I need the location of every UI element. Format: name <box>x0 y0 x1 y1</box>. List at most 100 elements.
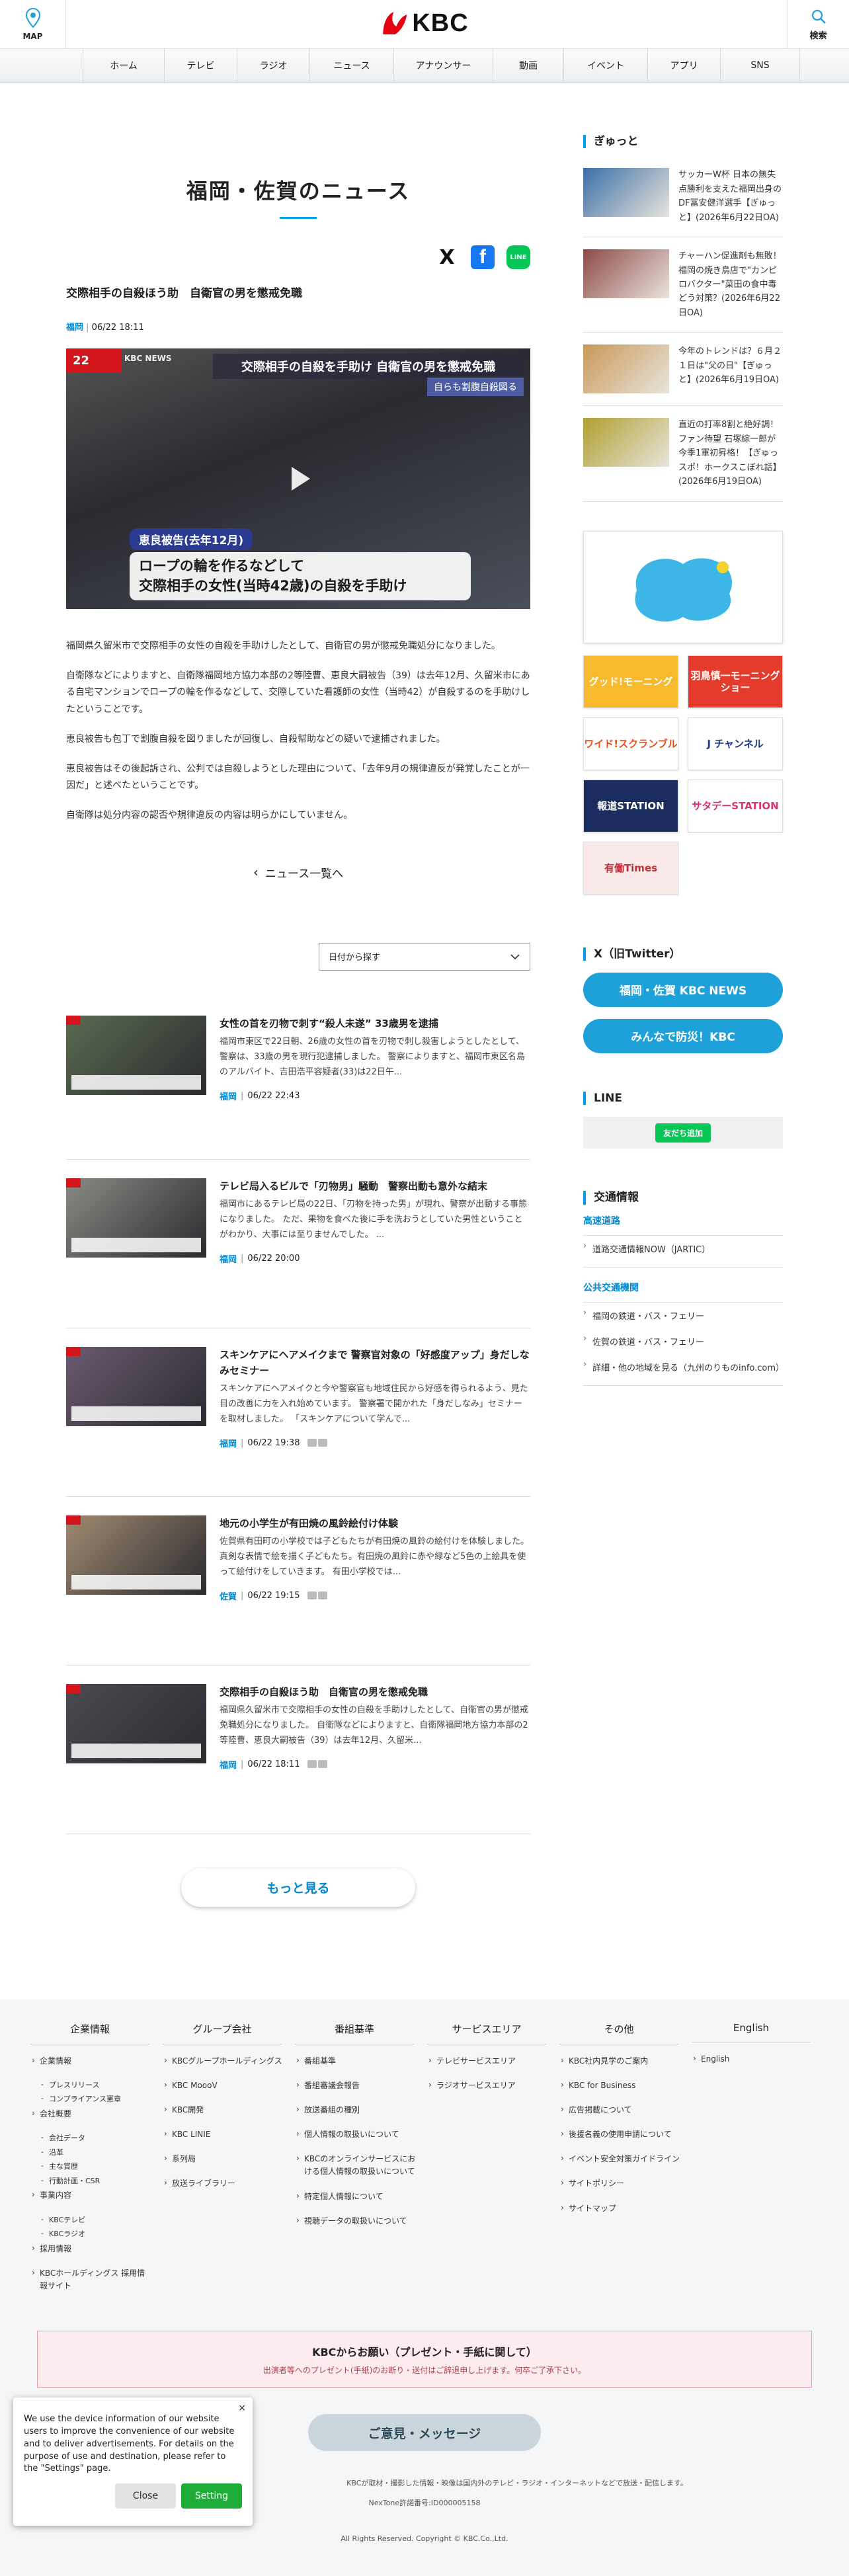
footer-link[interactable]: サイトマップ <box>559 2202 681 2215</box>
load-more-button[interactable]: もっと見る <box>181 1869 415 1907</box>
program-banner[interactable]: J チャンネル <box>688 717 783 770</box>
gyutto-item[interactable]: 直近の打率8割と絶好調！ファン待望 石塚綜一郎が今季1軍初昇格！【ぎゅっスポ！ホ… <box>583 406 783 501</box>
line-share-icon[interactable]: LINE <box>506 245 530 269</box>
nav-item[interactable]: テレビ <box>164 49 237 81</box>
gyutto-item[interactable]: サッカーW杯 日本の無失点勝利を支えた福岡出身のDF冨安健洋選手【ぎゅっと】(2… <box>583 161 783 237</box>
date-select-dropdown[interactable]: 日付から探す <box>319 943 530 971</box>
footer-link[interactable]: 行動計画・CSR <box>40 2175 152 2187</box>
footer-link[interactable]: KBCテレビ <box>40 2214 152 2226</box>
program-banner[interactable]: 報道STATION <box>583 780 678 832</box>
footer-link[interactable]: 放送番組の種別 <box>295 2104 417 2116</box>
program-banner[interactable]: 羽鳥慎一モーニングショー <box>688 655 783 708</box>
footer-link[interactable]: プレスリリース <box>40 2079 152 2091</box>
article-category[interactable]: 福岡 <box>66 323 83 333</box>
nav-item[interactable]: SNS <box>720 49 800 81</box>
footer-link[interactable]: KBC開発 <box>163 2104 284 2116</box>
footer-link[interactable]: コンプライアンス憲章 <box>40 2093 152 2105</box>
news-category[interactable]: 福岡 <box>220 1758 237 1771</box>
footer-link[interactable]: KBC社内見学のご案内 <box>559 2055 681 2068</box>
footer-link[interactable]: 事業内容 <box>30 2189 152 2202</box>
news-list-item[interactable]: スキンケアにヘアメイクまで 警察官対象の「好感度アップ」身だしなみセミナースキン… <box>66 1328 530 1497</box>
news-title[interactable]: スキンケアにヘアメイクまで 警察官対象の「好感度アップ」身だしなみセミナー <box>220 1347 530 1379</box>
nav-item[interactable]: イベント <box>563 49 647 81</box>
footer-link[interactable]: 系列局 <box>163 2153 284 2165</box>
footer-link[interactable]: KBC for Business <box>559 2079 681 2092</box>
nav-item[interactable]: ニュース <box>309 49 393 81</box>
gyutto-item[interactable]: 今年のトレンドは？６月２１日は"父の日"【ぎゅっと】(2026年6月19日OA) <box>583 333 783 406</box>
footer-link[interactable]: 広告掲載について <box>559 2104 681 2116</box>
footer-link[interactable]: 沿革 <box>40 2147 152 2159</box>
news-thumbnail[interactable] <box>66 1347 206 1426</box>
gyutto-banner[interactable] <box>583 531 783 643</box>
traffic-link[interactable]: 佐賀の鉄道・バス・フェリー <box>583 1328 783 1354</box>
program-banner[interactable]: グッド!モーニング <box>583 655 678 708</box>
news-category[interactable]: 福岡 <box>220 1252 237 1265</box>
footer-link[interactable]: 採用情報 <box>30 2243 152 2255</box>
nav-item[interactable]: アプリ <box>647 49 720 81</box>
footer-link[interactable]: 放送ライブラリー <box>163 2177 284 2190</box>
footer-link[interactable]: KBCのオンラインサービスにおける個人情報の取扱いについて <box>295 2153 417 2178</box>
x-kbc-news-button[interactable]: 福岡・佐賀 KBC NEWS <box>583 973 783 1007</box>
footer-link[interactable]: ラジオサービスエリア <box>427 2079 549 2092</box>
gyutto-item[interactable]: チャーハン促進剤も無敗！福岡の焼き鳥店で"カンピロバクター"菜田の食中毒どう対策… <box>583 237 783 333</box>
traffic-link[interactable]: 福岡の鉄道・バス・フェリー <box>583 1303 783 1328</box>
back-to-news-list-link[interactable]: ‹ ニュース一覧へ <box>66 864 530 881</box>
news-title[interactable]: 地元の小学生が有田焼の風鈴絵付け体験 <box>220 1515 530 1531</box>
cookie-close-icon[interactable]: × <box>238 2401 246 2415</box>
news-thumbnail[interactable] <box>66 1515 206 1595</box>
footer-link[interactable]: サイトポリシー <box>559 2177 681 2190</box>
footer-link[interactable]: KBC MoooV <box>163 2079 284 2092</box>
map-button[interactable]: MAP <box>0 0 66 49</box>
footer-link[interactable]: 企業情報 <box>30 2055 152 2068</box>
program-banner[interactable]: サタデーSTATION <box>688 780 783 832</box>
nav-item[interactable]: ラジオ <box>237 49 309 81</box>
news-list-item[interactable]: 女性の首を刃物で刺す“殺人未遂” 33歳男を逮捕福岡市東区で22日朝、26歳の女… <box>66 990 530 1160</box>
footer-link[interactable]: English <box>692 2053 813 2066</box>
traffic-link[interactable]: 道路交通情報NOW（JARTIC） <box>583 1236 783 1262</box>
footer-link[interactable]: 特定個人情報について <box>295 2191 417 2203</box>
footer-link[interactable]: KBC LINIE <box>163 2128 284 2141</box>
news-category[interactable]: 佐賀 <box>220 1590 237 1602</box>
footer-link[interactable]: 番組審議会報告 <box>295 2079 417 2092</box>
cookie-setting-button[interactable]: Setting <box>181 2483 242 2509</box>
news-thumbnail[interactable] <box>66 1178 206 1258</box>
footer-link[interactable]: 主な賞歴 <box>40 2161 152 2173</box>
footer-link[interactable]: 会社データ <box>40 2132 152 2144</box>
footer-link[interactable]: 個人情報の取扱いについて <box>295 2128 417 2141</box>
news-thumbnail[interactable] <box>66 1016 206 1095</box>
facebook-share-icon[interactable]: f <box>471 245 495 269</box>
footer-link[interactable]: 視聴データの取扱いについて <box>295 2215 417 2228</box>
cookie-close-button[interactable]: Close <box>115 2483 176 2509</box>
kbc-logo[interactable]: KBC <box>380 9 468 38</box>
news-list-item[interactable]: 交際相手の自殺ほう助 自衛官の男を懲戒免職福岡県久留米市で交際相手の女性の自殺を… <box>66 1666 530 1834</box>
search-button[interactable]: 検索 <box>787 0 849 49</box>
news-category[interactable]: 福岡 <box>220 1090 237 1102</box>
nav-item[interactable]: 動画 <box>493 49 563 81</box>
footer-link[interactable]: KBCグループホールディングス <box>163 2055 284 2068</box>
footer-link[interactable]: テレビサービスエリア <box>427 2055 549 2068</box>
news-title[interactable]: テレビ局入るビルで「刃物男」騒動 警察出動も意外な結末 <box>220 1178 530 1194</box>
play-icon[interactable] <box>278 459 318 499</box>
news-title[interactable]: 交際相手の自殺ほう助 自衛官の男を懲戒免職 <box>220 1684 530 1700</box>
x-bousai-button[interactable]: みんなで防災！KBC <box>583 1019 783 1053</box>
line-add-friend-button[interactable]: 友だち追加 <box>655 1123 711 1143</box>
nav-item[interactable]: ホーム <box>83 49 164 81</box>
news-category[interactable]: 福岡 <box>220 1437 237 1449</box>
program-banner[interactable]: 有働Times <box>583 842 678 895</box>
article-video-player[interactable]: 22 KBC NEWS 交際相手の自殺を手助け 自衛官の男を懲戒免職 自らも割腹… <box>66 348 530 609</box>
footer-link[interactable]: KBCラジオ <box>40 2228 152 2240</box>
footer-link[interactable]: イベント安全対策ガイドライン <box>559 2153 681 2165</box>
news-title[interactable]: 女性の首を刃物で刺す“殺人未遂” 33歳男を逮捕 <box>220 1016 530 1031</box>
footer-link[interactable]: 番組基準 <box>295 2055 417 2068</box>
footer-link[interactable]: 後援名義の使用申請について <box>559 2128 681 2141</box>
program-banner[interactable]: ワイド!スクランブル <box>583 717 678 770</box>
nav-item[interactable]: アナウンサー <box>393 49 493 81</box>
news-list-item[interactable]: 地元の小学生が有田焼の風鈴絵付け体験佐賀県有田町の小学校では子どもたちが有田焼の… <box>66 1497 530 1666</box>
opinion-message-button[interactable]: ご意見・メッセージ <box>308 2414 541 2451</box>
footer-link[interactable]: 会社概要 <box>30 2108 152 2120</box>
news-thumbnail[interactable] <box>66 1684 206 1763</box>
news-list-item[interactable]: テレビ局入るビルで「刃物男」騒動 警察出動も意外な結末福岡市にあるテレビ局の22… <box>66 1160 530 1328</box>
x-share-icon[interactable]: X <box>435 245 459 269</box>
traffic-link[interactable]: 詳細・他の地域を見る（九州のりものinfo.com） <box>583 1354 783 1380</box>
footer-link[interactable]: KBCホールディングス 採用情報サイト <box>30 2267 152 2292</box>
